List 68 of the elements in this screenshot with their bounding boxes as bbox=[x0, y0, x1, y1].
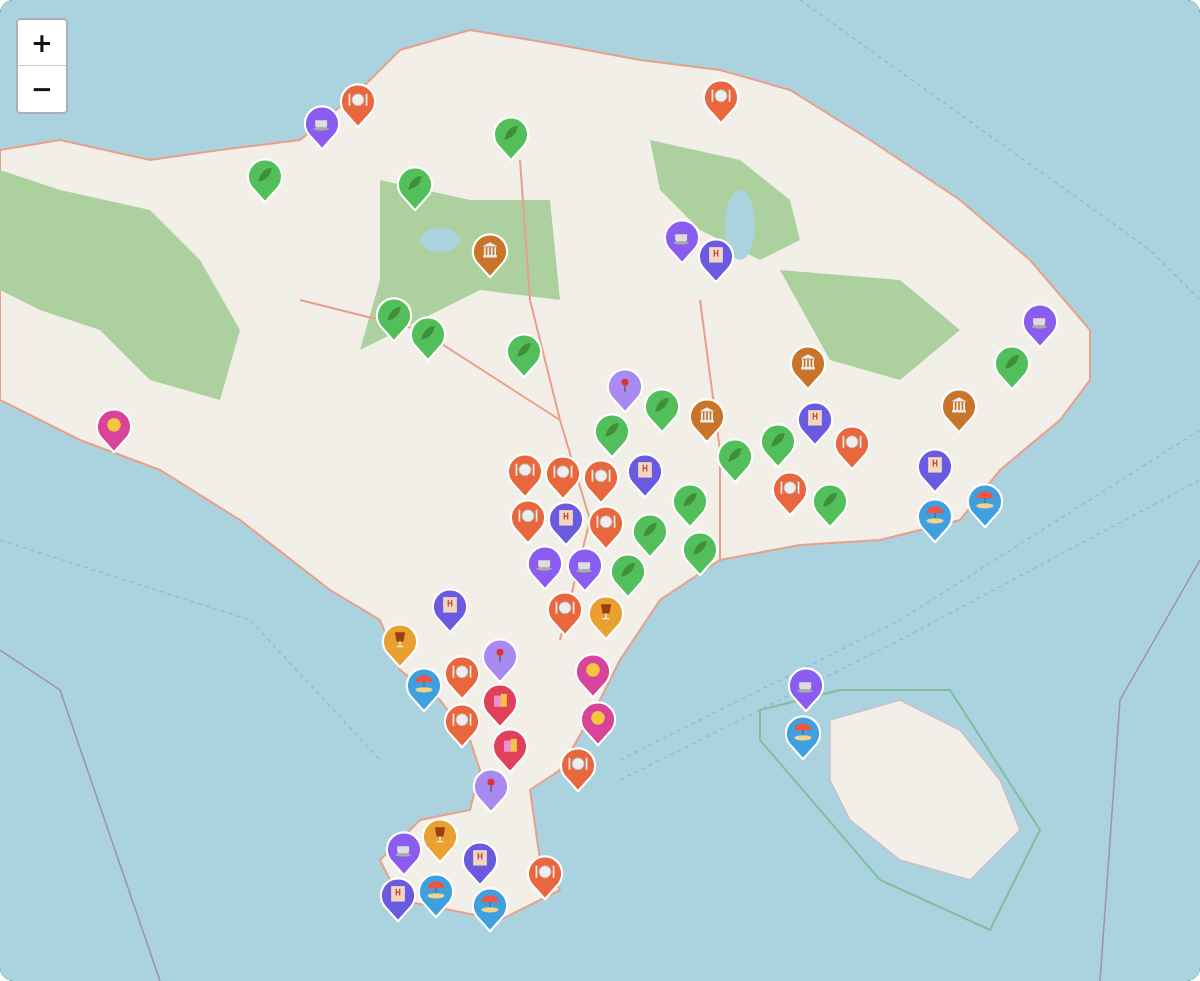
map-pin[interactable] bbox=[471, 885, 509, 933]
map-pin[interactable] bbox=[472, 766, 510, 814]
map-pin[interactable] bbox=[940, 386, 978, 434]
zoom-in-button[interactable]: + bbox=[18, 20, 66, 66]
map-pin[interactable] bbox=[505, 331, 543, 379]
map-pin[interactable] bbox=[833, 423, 871, 471]
map-pin[interactable] bbox=[379, 875, 417, 923]
map-pin[interactable] bbox=[716, 436, 754, 484]
map-pin[interactable] bbox=[409, 314, 447, 362]
map-pin[interactable] bbox=[95, 406, 133, 454]
map-pin[interactable] bbox=[375, 295, 413, 343]
map-pin[interactable] bbox=[631, 511, 669, 559]
map-pin[interactable] bbox=[688, 396, 726, 444]
map-pin[interactable] bbox=[381, 621, 419, 669]
map-pin[interactable] bbox=[579, 699, 617, 747]
map-pin[interactable] bbox=[443, 701, 481, 749]
map-pin[interactable] bbox=[789, 343, 827, 391]
map-pin[interactable] bbox=[547, 499, 585, 547]
map-pin[interactable] bbox=[626, 451, 664, 499]
map-pin[interactable] bbox=[461, 839, 499, 887]
map-pin[interactable] bbox=[544, 453, 582, 501]
map-pin[interactable] bbox=[443, 653, 481, 701]
map-pin[interactable] bbox=[546, 589, 584, 637]
map-pin[interactable] bbox=[491, 726, 529, 774]
map-pin[interactable] bbox=[339, 81, 377, 129]
map-pin[interactable] bbox=[663, 217, 701, 265]
map-pin[interactable] bbox=[811, 481, 849, 529]
map-pin[interactable] bbox=[471, 231, 509, 279]
map-pin[interactable] bbox=[396, 164, 434, 212]
map-pin[interactable] bbox=[246, 156, 284, 204]
map-pin[interactable] bbox=[784, 713, 822, 761]
map-pin[interactable] bbox=[593, 411, 631, 459]
map-pin[interactable] bbox=[916, 496, 954, 544]
map-pin[interactable] bbox=[431, 586, 469, 634]
map-pin[interactable] bbox=[481, 636, 519, 684]
map-pin[interactable] bbox=[509, 497, 547, 545]
map-pin[interactable] bbox=[526, 853, 564, 901]
map-pin[interactable] bbox=[609, 551, 647, 599]
map-pin[interactable] bbox=[421, 816, 459, 864]
map-pin[interactable] bbox=[697, 236, 735, 284]
map-pin[interactable] bbox=[481, 681, 519, 729]
map-pin[interactable] bbox=[587, 593, 625, 641]
map-pin[interactable] bbox=[506, 451, 544, 499]
map-pin[interactable] bbox=[966, 481, 1004, 529]
map-pin[interactable] bbox=[492, 114, 530, 162]
map-pin[interactable] bbox=[759, 421, 797, 469]
map-pin[interactable] bbox=[417, 871, 455, 919]
map-pin[interactable] bbox=[643, 386, 681, 434]
map-pin[interactable] bbox=[771, 469, 809, 517]
map-pin[interactable] bbox=[574, 651, 612, 699]
map-pin[interactable] bbox=[1021, 301, 1059, 349]
map-pin[interactable] bbox=[796, 399, 834, 447]
map-pin[interactable] bbox=[587, 503, 625, 551]
map-pin[interactable] bbox=[582, 457, 620, 505]
map-pin[interactable] bbox=[916, 446, 954, 494]
map-pin[interactable] bbox=[526, 543, 564, 591]
map-pin[interactable] bbox=[303, 103, 341, 151]
map-pin[interactable] bbox=[702, 77, 740, 125]
map-pin[interactable] bbox=[566, 545, 604, 593]
map-pin[interactable] bbox=[681, 529, 719, 577]
map-pin[interactable] bbox=[993, 343, 1031, 391]
map-pin[interactable] bbox=[405, 665, 443, 713]
map-pin[interactable] bbox=[559, 745, 597, 793]
map-pin[interactable] bbox=[606, 366, 644, 414]
map-pin[interactable] bbox=[787, 665, 825, 713]
map[interactable]: + − bbox=[0, 0, 1200, 981]
map-pin[interactable] bbox=[385, 829, 423, 877]
map-pin[interactable] bbox=[671, 481, 709, 529]
